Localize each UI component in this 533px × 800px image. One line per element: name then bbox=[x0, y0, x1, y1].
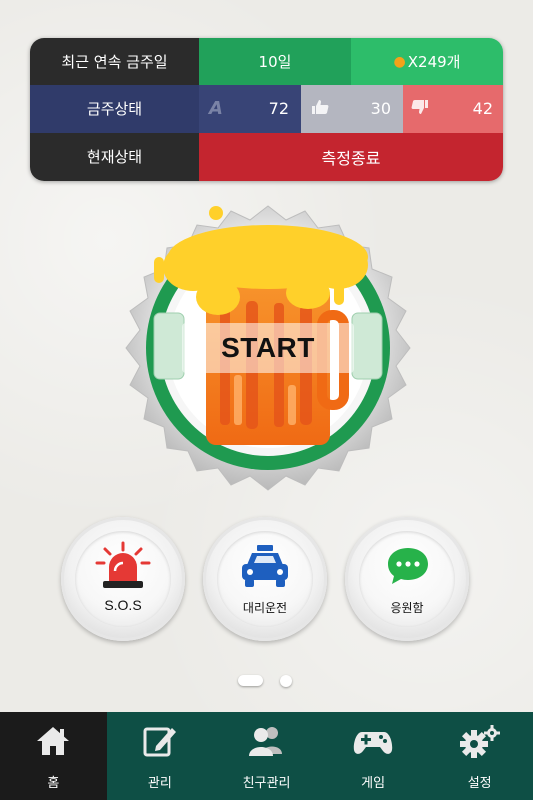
siren-icon bbox=[95, 541, 151, 588]
streak-value: 10일 bbox=[199, 38, 351, 85]
start-button[interactable]: START bbox=[98, 205, 438, 495]
sos-label: S.O.S bbox=[104, 597, 142, 613]
sobriety-state-row: 금주상태 A 72 30 42 bbox=[30, 85, 503, 133]
current-state-row: 현재상태 측정종료 bbox=[30, 132, 503, 181]
thumbs-up-icon bbox=[311, 99, 329, 119]
tab-home-label: 홈 bbox=[47, 776, 60, 791]
edit-icon bbox=[143, 727, 176, 757]
beer-coin-icon: ● bbox=[393, 53, 406, 70]
start-label: START bbox=[221, 332, 315, 363]
grade-letter: A bbox=[209, 98, 223, 120]
page-indicator[interactable] bbox=[280, 675, 292, 687]
reward-count: ● X249개 bbox=[351, 38, 503, 85]
tab-friends-label: 친구관리 bbox=[242, 776, 291, 791]
streak-row: 최근 연속 금주일 10일 ● X249개 bbox=[30, 38, 503, 85]
status-panel: 최근 연속 금주일 10일 ● X249개 금주상태 A 72 30 42 현재… bbox=[30, 38, 503, 181]
grade-cell: A 72 bbox=[199, 85, 301, 133]
gear-icon bbox=[459, 725, 500, 758]
chat-bubble-icon bbox=[388, 548, 428, 584]
current-label: 현재상태 bbox=[30, 132, 199, 181]
designated-driver-label: 대리운전 bbox=[242, 601, 288, 615]
taxi-icon bbox=[242, 545, 288, 587]
friends-icon bbox=[249, 727, 283, 756]
tab-game[interactable]: 게임 bbox=[320, 712, 427, 800]
cheer-box-label: 응원함 bbox=[390, 601, 424, 615]
reward-value: X249개 bbox=[407, 53, 461, 71]
tab-settings[interactable]: 설정 bbox=[426, 712, 533, 800]
likes-cell[interactable]: 30 bbox=[301, 85, 403, 133]
tab-game-label: 게임 bbox=[361, 776, 386, 791]
tab-manage[interactable]: 관리 bbox=[107, 712, 214, 800]
tab-friends[interactable]: 친구관리 bbox=[213, 712, 320, 800]
dislikes-cell[interactable]: 42 bbox=[403, 85, 503, 133]
state-label: 금주상태 bbox=[30, 85, 199, 133]
grade-score: 72 bbox=[268, 99, 289, 119]
home-icon bbox=[37, 727, 70, 755]
tab-home[interactable]: 홈 bbox=[0, 712, 107, 800]
sos-button[interactable]: S.O.S bbox=[61, 517, 185, 641]
streak-label: 최근 연속 금주일 bbox=[30, 38, 199, 85]
page-indicator-active[interactable] bbox=[238, 675, 263, 686]
tab-settings-label: 설정 bbox=[467, 776, 492, 791]
current-value: 측정종료 bbox=[199, 132, 503, 181]
bottom-tab-bar: 홈 관리 친구관리 게임 설정 bbox=[0, 712, 533, 800]
likes-count: 30 bbox=[370, 99, 391, 119]
cheer-box-button[interactable]: 응원함 bbox=[345, 517, 469, 641]
dislikes-count: 42 bbox=[472, 99, 493, 119]
thumbs-down-icon bbox=[411, 99, 429, 119]
tab-manage-label: 관리 bbox=[147, 776, 172, 791]
gamepad-icon bbox=[353, 732, 393, 754]
designated-driver-button[interactable]: 대리운전 bbox=[203, 517, 327, 641]
